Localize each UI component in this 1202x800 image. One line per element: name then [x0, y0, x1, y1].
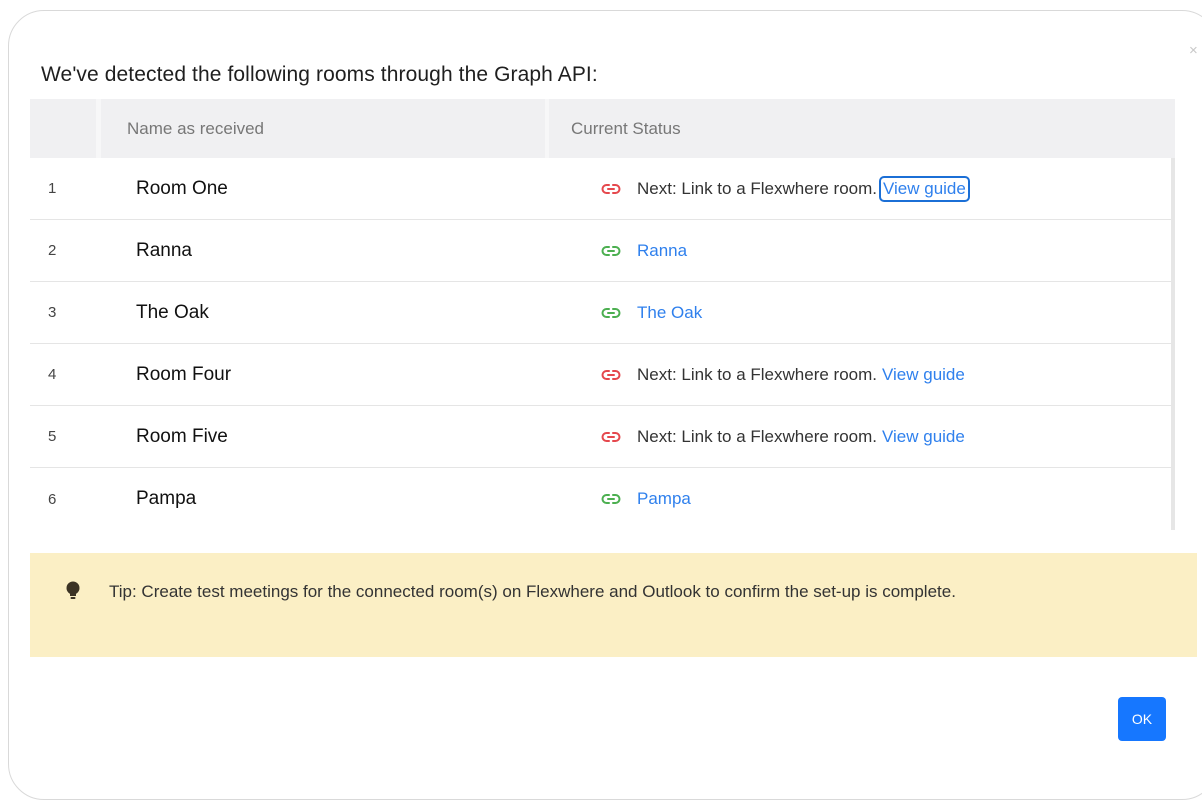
tip-text: Tip: Create test meetings for the connec…: [109, 582, 956, 601]
room-status: Pampa: [571, 489, 1175, 509]
row-number: 2: [48, 242, 57, 259]
close-icon[interactable]: ×: [1189, 43, 1198, 58]
status-text: Next: Link to a Flexwhere room.: [637, 426, 877, 446]
table-row: 3 The Oak The Oak: [30, 282, 1175, 344]
view-guide-link[interactable]: View guide: [878, 175, 970, 202]
unlinked-icon: [601, 183, 621, 194]
linked-icon: [601, 307, 621, 318]
table-body: 1 Room One Next: Link to a Flexwhere roo…: [30, 158, 1175, 530]
row-number: 3: [48, 304, 57, 321]
rooms-table: Name as received Current Status 1 Room O…: [30, 99, 1175, 530]
table-scrollbar[interactable]: [1171, 158, 1175, 530]
room-name: Room One: [136, 177, 228, 199]
room-name: The Oak: [136, 301, 209, 323]
row-number: 5: [48, 428, 57, 445]
column-header-name: Name as received: [101, 99, 545, 158]
table-row: 6 Pampa Pampa: [30, 468, 1175, 530]
room-status: Next: Link to a Flexwhere room. View gui…: [571, 365, 1175, 385]
linked-room-link[interactable]: The Oak: [637, 303, 702, 323]
linked-icon: [601, 494, 621, 504]
linked-room-link[interactable]: Ranna: [637, 241, 687, 261]
room-name: Pampa: [136, 488, 197, 509]
room-name: Ranna: [136, 239, 192, 261]
room-status: The Oak: [571, 303, 1175, 323]
room-status: Next: Link to a Flexwhere room. View gui…: [571, 427, 1175, 447]
table-row: 5 Room Five Next: Link to a Flexwhere ro…: [30, 406, 1175, 468]
linked-room-link[interactable]: Pampa: [637, 489, 691, 509]
table-row: 4 Room Four Next: Link to a Flexwhere ro…: [30, 344, 1175, 406]
table-header: Name as received Current Status: [30, 99, 1175, 158]
status-text: Next: Link to a Flexwhere room.: [637, 178, 877, 198]
lightbulb-icon: [66, 581, 80, 599]
room-status: Next: Link to a Flexwhere room. View gui…: [571, 175, 1175, 202]
table-row: 1 Room One Next: Link to a Flexwhere roo…: [30, 158, 1175, 220]
view-guide-link[interactable]: View guide: [882, 365, 965, 385]
room-name: Room Five: [136, 425, 228, 447]
view-guide-link[interactable]: View guide: [882, 427, 965, 447]
ok-button[interactable]: OK: [1118, 697, 1166, 741]
row-number: 6: [48, 490, 57, 508]
unlinked-icon: [601, 369, 621, 380]
row-number: 4: [48, 366, 57, 383]
row-number: 1: [48, 180, 57, 197]
column-header-number: [30, 99, 96, 158]
tip-banner: Tip: Create test meetings for the connec…: [30, 553, 1197, 657]
room-name: Room Four: [136, 363, 232, 385]
status-text: Next: Link to a Flexwhere room.: [637, 364, 877, 384]
column-header-status: Current Status: [549, 99, 1175, 158]
table-row: 2 Ranna Ranna: [30, 220, 1175, 282]
unlinked-icon: [601, 431, 621, 442]
room-status: Ranna: [571, 241, 1175, 261]
dialog-title: We've detected the following rooms throu…: [41, 63, 598, 86]
linked-icon: [601, 245, 621, 256]
